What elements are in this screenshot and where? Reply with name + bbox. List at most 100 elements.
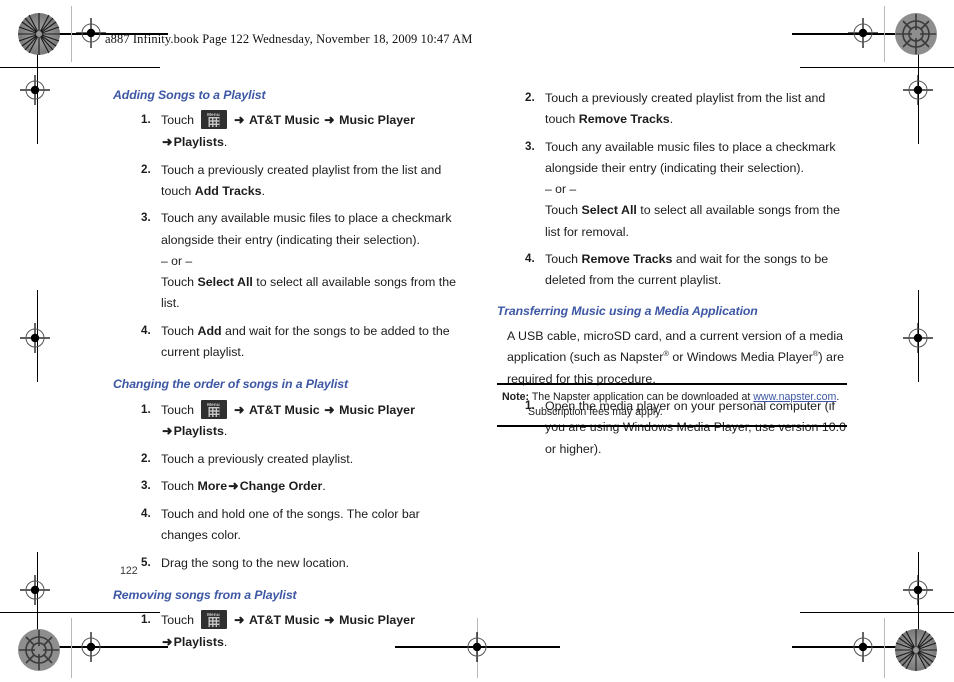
list-item: 2. Touch a previously created playlist. — [113, 449, 465, 470]
arrow-icon: ➜ — [233, 402, 245, 417]
steps-list: 1. Touch Menu ➜ AT&T Music ➜ Music Player… — [113, 110, 465, 363]
step-text-prefix: Touch — [161, 613, 198, 628]
section-heading: Adding Songs to a Playlist — [113, 88, 266, 102]
step-text-suffix: . — [223, 634, 228, 649]
arrow-icon: ➜ — [162, 634, 173, 649]
step-number: 4. — [525, 251, 535, 265]
step-text-prefix: Touch — [161, 113, 198, 128]
trim-line-top-horizontal-left — [0, 67, 160, 68]
step-text: Touch — [161, 479, 198, 494]
ui-term: Add Tracks — [194, 184, 262, 198]
nav-item: Music Player — [339, 113, 415, 128]
nav-item: AT&T Music — [248, 113, 320, 128]
trim-line-top-right-horizontal — [792, 33, 904, 35]
list-item: 1. Touch Menu ➜ AT&T Music ➜ Music Player… — [113, 610, 465, 653]
list-item: 1. Touch Menu ➜ AT&T Music ➜ Music Player… — [113, 110, 465, 153]
trim-line-bottom-horizontal-right — [800, 612, 954, 613]
list-item: 4. Touch and hold one of the songs. The c… — [113, 504, 465, 547]
step-number: 1. — [141, 402, 151, 416]
page-header-slug: a887 Infinity.book Page 122 Wednesday, N… — [105, 32, 473, 46]
step-text-suffix: . — [322, 479, 326, 494]
column-guide-bottom-right — [884, 618, 885, 678]
list-item: 5. Drag the song to the new location. — [113, 553, 465, 574]
napster-website-link[interactable]: www.napster.com — [753, 391, 836, 403]
note-text: Note: The Napster application can be dow… — [497, 390, 847, 420]
note-second-line: Subscription fees may apply. — [528, 406, 663, 419]
alternate-step-text: Touch Select All to select all available… — [161, 272, 465, 315]
section-removing-songs: Removing songs from a Playlist 1. Touch M… — [113, 588, 465, 654]
trim-line-top-horizontal-right — [800, 67, 954, 68]
registration-mark-lower-left — [20, 575, 50, 605]
step-number: 3. — [141, 211, 151, 225]
left-column: Adding Songs to a Playlist 1. Touch Menu … — [113, 88, 465, 668]
section-intro-paragraph: A USB cable, microSD card, and a current… — [497, 326, 849, 390]
step-text: Touch and hold one of the songs. The col… — [161, 506, 420, 543]
arrow-icon: ➜ — [162, 135, 173, 150]
nav-item: Music Player — [339, 613, 415, 628]
steps-list-continued: 2. Touch a previously created playlist fr… — [497, 88, 849, 292]
list-item: 1. Touch Menu ➜ AT&T Music ➜ Music Player… — [113, 399, 465, 443]
menu-key-icon: Menu — [200, 399, 227, 419]
step-text: Touch — [545, 203, 582, 218]
steps-list: 1. Touch Menu ➜ AT&T Music ➜ Music Player… — [113, 610, 465, 653]
steps-list: 1. Touch Menu ➜ AT&T Music ➜ Music Player… — [113, 399, 465, 574]
list-item: 3. Touch More➜Change Order. — [113, 476, 465, 498]
or-separator: – or – — [161, 253, 193, 268]
registration-mark-middle-left — [20, 323, 50, 353]
arrow-icon: ➜ — [162, 424, 173, 439]
ui-term: Change Order — [239, 479, 323, 494]
trim-line-right-vertical — [918, 52, 919, 144]
step-text-suffix: . — [223, 135, 228, 150]
arrow-icon: ➜ — [324, 613, 335, 628]
step-number: 2. — [141, 162, 151, 176]
step-text-prefix: Touch — [161, 402, 198, 417]
registration-mark-upper-left — [20, 75, 50, 105]
trim-line-left-vertical-2 — [37, 290, 38, 382]
arrow-icon: ➜ — [233, 113, 245, 128]
step-text: Touch — [161, 274, 198, 289]
ui-term: More — [197, 479, 228, 494]
step-number: 3. — [525, 139, 535, 153]
ui-term: Remove Tracks — [578, 112, 670, 127]
list-item: 3. Touch any available music files to pla… — [497, 137, 849, 243]
density-target-bottom-left — [17, 628, 61, 672]
registration-mark-top-left — [76, 18, 106, 48]
section-changing-order: Changing the order of songs in a Playlis… — [113, 377, 465, 574]
step-number: 1. — [141, 613, 151, 627]
arrow-icon: ➜ — [233, 613, 245, 628]
trim-line-right-vertical-3 — [918, 552, 919, 644]
section-heading: Removing songs from a Playlist — [113, 587, 297, 602]
step-number: 2. — [525, 91, 535, 104]
registration-mark-lower-right — [903, 575, 933, 605]
step-text-suffix: . — [669, 112, 674, 127]
registration-mark-top-right — [848, 18, 878, 48]
registration-mark-bottom-center — [462, 632, 492, 662]
step-text: Drag the song to the new location. — [161, 555, 350, 570]
list-item: 4. Touch Remove Tracks and wait for the s… — [497, 249, 849, 292]
step-number: 4. — [141, 506, 151, 520]
step-number: 3. — [141, 479, 151, 493]
step-number: 5. — [141, 555, 151, 569]
ui-term: Add — [197, 323, 222, 338]
trim-line-bottom-right-horizontal — [792, 646, 904, 648]
registration-mark-bottom-left — [76, 632, 106, 662]
nav-item: Playlists — [173, 135, 224, 150]
step-text: Touch a previously created playlist. — [161, 451, 354, 466]
step-number: 4. — [141, 323, 151, 337]
step-text: Touch any available music files to place… — [545, 139, 836, 175]
menu-key-grid — [208, 117, 220, 128]
arrow-icon: ➜ — [324, 402, 335, 417]
menu-key-icon: Menu — [200, 110, 227, 130]
nav-item: Playlists — [173, 424, 224, 439]
section-heading: Changing the order of songs in a Playlis… — [113, 377, 349, 392]
step-number: 2. — [141, 451, 151, 465]
or-separator: – or – — [545, 182, 577, 197]
alternate-step-text: Touch Select All to select all available… — [545, 200, 849, 243]
trim-line-left-vertical — [37, 52, 38, 144]
menu-key-grid — [208, 617, 220, 628]
nav-item: AT&T Music — [248, 613, 320, 628]
nav-item: AT&T Music — [248, 402, 320, 417]
note-body-end: . — [836, 391, 840, 403]
step-text: Touch any available music files to place… — [161, 211, 452, 247]
step-text-suffix: . — [261, 184, 266, 198]
